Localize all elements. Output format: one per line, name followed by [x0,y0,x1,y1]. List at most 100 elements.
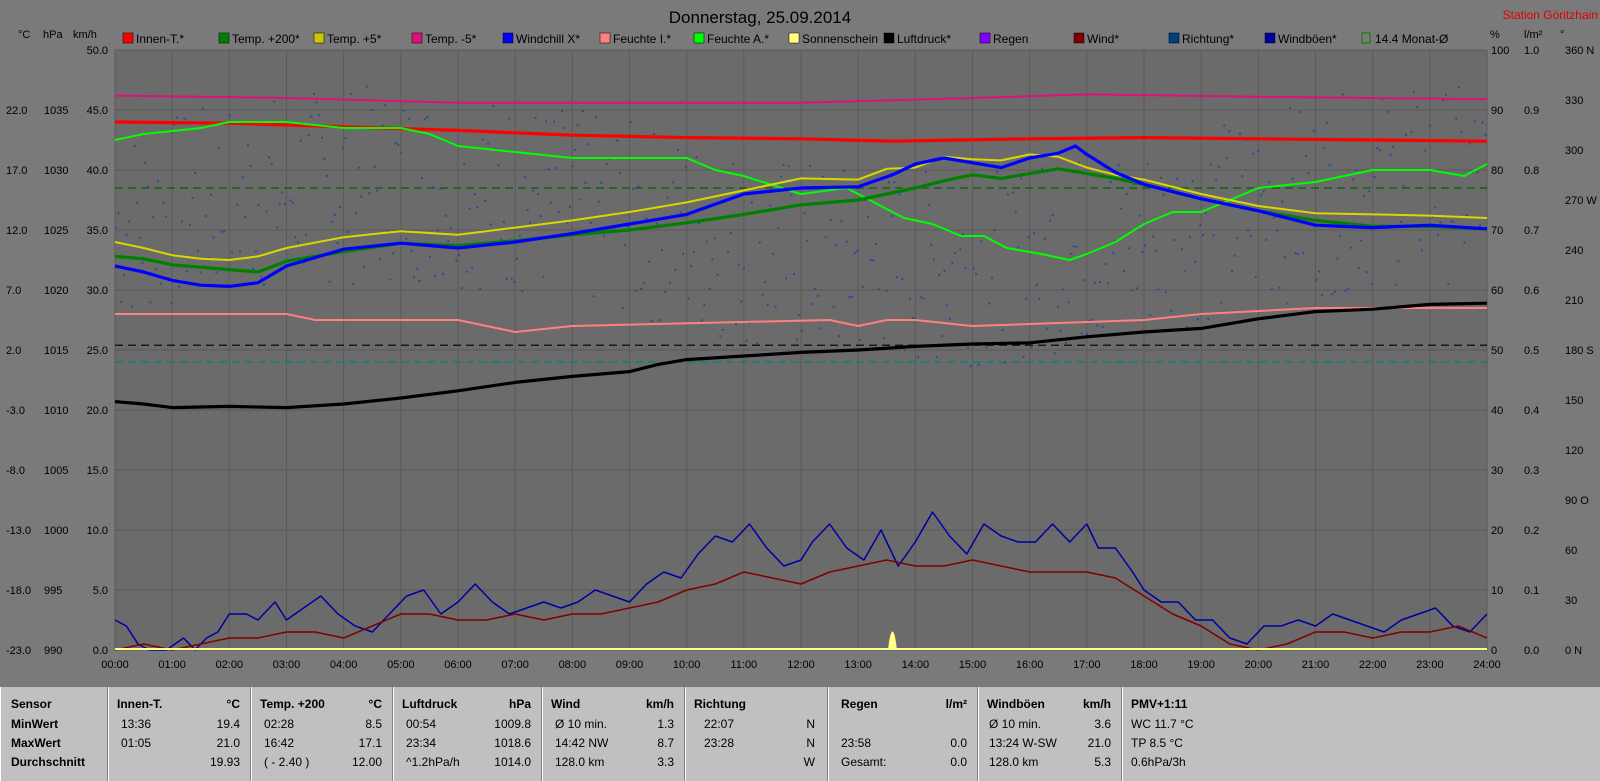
direction-point [487,142,490,145]
direction-point [159,282,162,285]
stats-richtung-max-time: 23:28 [704,736,735,750]
direction-point [771,253,774,256]
direction-point [1014,210,1017,213]
unit-hpa: hPa [43,29,63,41]
tick-label-time: 22:00 [1359,659,1387,671]
direction-point [415,267,418,270]
direction-point [1004,361,1007,364]
direction-point [455,259,458,262]
direction-point [510,277,513,280]
stats-wind-max-time: 14:42 NW [555,736,609,750]
direction-point [1083,279,1086,282]
stats-regen: Regen l/m² 23:58 0.0 Gesamt: 0.0 [828,687,978,781]
tick-label-direction: 270 W [1565,195,1597,207]
stats-pmv-windchill: WC 11.7 °C [1131,717,1194,731]
tick-label-kmh: 25.0 [87,345,108,357]
direction-point [212,236,215,239]
tick-label-rain: 0.6 [1524,285,1539,297]
tick-label-percent: 90 [1491,105,1503,117]
stats-richtung-min-value: N [806,717,815,731]
direction-point [215,271,218,274]
direction-point [531,189,534,192]
direction-point [241,176,244,179]
station-name: Station Göritzhain [1503,8,1598,22]
direction-point [571,165,574,168]
direction-point [1012,191,1015,194]
direction-point [1320,294,1323,297]
tick-label-time: 08:00 [559,659,587,671]
stats-temp200-unit: °C [368,697,382,711]
legend-label: Sonnenschein [802,32,878,46]
direction-point [268,156,271,159]
direction-point [220,230,223,233]
direction-point [199,271,202,274]
direction-point [125,233,128,236]
direction-point [1444,93,1447,96]
direction-point [1270,288,1273,291]
direction-point [439,187,442,190]
tick-label-celsius: -23.0 [6,645,31,657]
stats-wind-header: Wind [551,697,581,711]
direction-point [824,236,827,239]
unit-percent: % [1490,29,1500,41]
legend-label: Wind* [1087,32,1119,46]
stats-pmv-dewpoint: TP 8.5 °C [1131,736,1183,750]
stats-richtung: Richtung 22:07 N 23:28 N W [685,687,828,781]
direction-point [275,226,278,229]
legend-label: Regen [993,32,1028,46]
direction-point [1473,120,1476,123]
direction-point [484,199,487,202]
direction-point [1157,288,1160,291]
tick-label-time: 14:00 [902,659,930,671]
direction-point [513,280,516,283]
direction-point [629,121,632,124]
stats-regen-total-value: 0.0 [950,755,967,769]
direction-point [252,267,255,270]
direction-point [1421,249,1424,252]
direction-point [1075,245,1078,248]
direction-point [795,338,798,341]
direction-point [318,114,321,117]
direction-point [980,240,983,243]
direction-point [798,314,801,317]
direction-point [877,288,880,291]
stats-regen-unit: l/m² [945,697,967,711]
direction-point [669,282,672,285]
direction-point [421,176,424,179]
tick-label-percent: 10 [1491,585,1503,597]
direction-point [278,203,281,206]
direction-point [605,163,608,166]
tick-label-time: 20:00 [1245,659,1273,671]
direction-point [320,136,323,139]
direction-point [468,207,471,210]
direction-point [1215,179,1218,182]
tick-label-hpa: 1025 [44,225,68,237]
direction-point [1378,149,1381,152]
direction-point [1188,235,1191,238]
direction-point [582,110,585,113]
tick-label-rain: 0.3 [1524,465,1539,477]
direction-point [1254,276,1257,279]
direction-point [1283,256,1286,259]
direction-point [1326,121,1329,124]
direction-point [1318,270,1321,273]
stats-row-max: MaxWert [11,736,61,750]
direction-point [1019,177,1022,180]
direction-point [990,276,993,279]
direction-point [550,201,553,204]
direction-point [162,201,165,204]
direction-point [692,250,695,253]
direction-point [257,204,260,207]
direction-point [1228,130,1231,133]
direction-point [888,181,891,184]
tick-label-rain: 0.2 [1524,525,1539,537]
direction-point [1297,253,1300,256]
direction-point [384,104,387,107]
direction-point [471,266,474,269]
direction-point [231,251,234,254]
direction-point [603,234,606,237]
tick-label-celsius: 7.0 [6,285,21,297]
direction-point [270,162,273,165]
direction-point [703,304,706,307]
stats-wind-avg10-value: 1.3 [657,717,674,731]
